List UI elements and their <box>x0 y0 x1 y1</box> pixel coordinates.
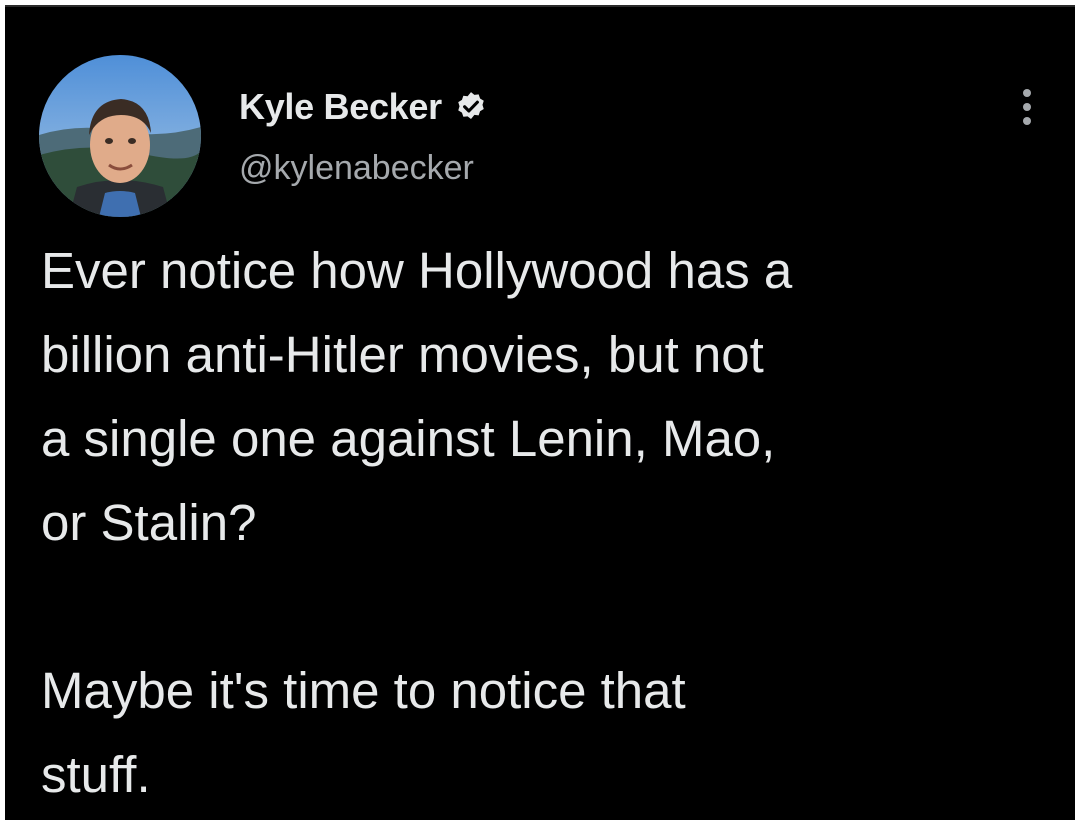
more-options-icon[interactable] <box>1017 83 1037 131</box>
display-name-row: Kyle Becker <box>239 83 488 131</box>
avatar[interactable] <box>39 55 201 217</box>
display-name[interactable]: Kyle Becker <box>239 86 442 128</box>
tweet-header: Kyle Becker @kylenabecker <box>39 55 1049 221</box>
profile-photo-icon <box>39 55 201 217</box>
tweet-card: Kyle Becker @kylenabecker Ever notice ho… <box>5 5 1075 820</box>
author-info: Kyle Becker @kylenabecker <box>239 83 488 188</box>
verified-badge-icon <box>454 90 488 124</box>
tweet-text: Ever notice how Hollywood has a billion … <box>41 242 793 803</box>
user-handle[interactable]: @kylenabecker <box>239 149 488 188</box>
